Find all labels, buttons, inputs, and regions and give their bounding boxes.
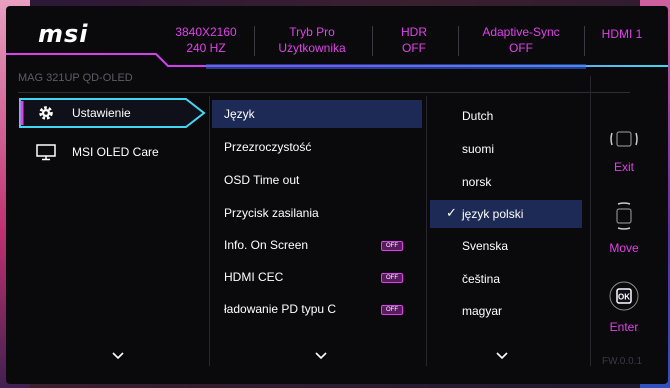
hdr-status: HDR OFF	[382, 24, 446, 56]
resolution-value: 3840X2160	[175, 25, 237, 39]
joystick-up-down-icon	[616, 202, 632, 230]
header-divider	[254, 26, 255, 56]
submenu-item-label: Info. On Screen	[224, 238, 309, 252]
off-badge: OFF	[381, 273, 403, 283]
submenu-item-osd-time-out[interactable]: OSD Time out	[212, 166, 422, 194]
language-option-suomi[interactable]: suomi	[430, 135, 582, 163]
language-label: Dutch	[462, 109, 494, 123]
joystick-left-right-icon	[610, 131, 638, 147]
msi-logo: msi	[38, 20, 89, 48]
submenu-item-info-on-screen[interactable]: Info. On Screen OFF	[212, 231, 422, 259]
language-option-magyar[interactable]: magyar	[430, 297, 582, 325]
submenu-item-label: HDMI CEC	[224, 270, 284, 284]
gear-icon	[39, 106, 53, 120]
enter-label: Enter	[609, 320, 639, 334]
column-divider	[209, 96, 210, 366]
osd-header: msi 3840X2160 240 HZ Tryb Pro Użytkownik…	[6, 6, 668, 69]
adaptive-sync-status: Adaptive-Sync OFF	[468, 24, 574, 56]
language-label: magyar	[462, 304, 503, 318]
exit-label: Exit	[613, 160, 634, 174]
language-label: suomi	[462, 142, 495, 156]
language-option-dutch[interactable]: Dutch	[430, 102, 582, 130]
mode-status: Tryb Pro Użytkownika	[262, 24, 362, 56]
osd-menu: msi 3840X2160 240 HZ Tryb Pro Użytkownik…	[6, 6, 668, 384]
mode-line1: Tryb Pro	[289, 25, 335, 39]
submenu-item-ladowanie-pd[interactable]: ładowanie PD typu C OFF	[212, 295, 422, 323]
off-badge: OFF	[381, 241, 403, 251]
submenu-item-label: Język	[224, 107, 255, 121]
joystick-press-icon: OK	[609, 281, 639, 311]
hdr-value: OFF	[402, 41, 426, 55]
hdr-label: HDR	[401, 25, 427, 39]
main-item-ustawienie[interactable]: Ustawienie	[18, 99, 206, 127]
adaptive-label: Adaptive-Sync	[482, 25, 560, 39]
scroll-down-icon[interactable]	[315, 352, 327, 360]
submenu-item-label: ładowanie PD typu C	[224, 302, 337, 316]
submenu-item-przezroczystosc[interactable]: Przezroczystość	[212, 133, 422, 161]
move-label: Move	[609, 241, 639, 255]
firmware-version: FW.0.0.1	[602, 356, 643, 367]
language-option-norsk[interactable]: norsk	[430, 168, 582, 196]
language-option-svenska[interactable]: Svenska	[430, 232, 582, 260]
refresh-value: 240 HZ	[186, 41, 226, 55]
main-item-label: Ustawienie	[72, 106, 131, 120]
off-badge: OFF	[381, 305, 403, 315]
column-divider	[426, 96, 427, 366]
main-item-msi-oled-care[interactable]: MSI OLED Care	[18, 138, 206, 166]
scroll-down-icon[interactable]	[112, 352, 124, 360]
checkmark-icon: ✓	[446, 205, 457, 220]
adaptive-value: OFF	[509, 41, 533, 55]
submenu-item-label: OSD Time out	[224, 173, 300, 187]
header-divider	[584, 26, 585, 56]
submenu-item-label: Przycisk zasilania	[224, 206, 319, 220]
scroll-down-icon[interactable]	[496, 352, 508, 360]
column-divider	[590, 76, 591, 366]
header-divider	[458, 26, 459, 56]
language-label: čeština	[462, 272, 501, 286]
submenu-item-hdmi-cec[interactable]: HDMI CEC OFF	[212, 263, 422, 291]
ok-text: OK	[618, 293, 630, 302]
language-label: norsk	[462, 175, 492, 189]
mode-line2: Użytkownika	[278, 41, 346, 55]
language-label: Svenska	[462, 239, 509, 253]
input-status: HDMI 1	[590, 26, 654, 42]
submenu-item-jezyk[interactable]: Język	[212, 100, 422, 128]
submenu-item-przycisk-zasilania[interactable]: Przycisk zasilania	[212, 199, 422, 227]
monitor-icon	[36, 144, 56, 161]
header-divider	[372, 26, 373, 56]
main-item-label: MSI OLED Care	[72, 145, 159, 159]
resolution-status: 3840X2160 240 HZ	[166, 24, 246, 56]
language-label: język polski	[462, 207, 524, 221]
language-option-jezyk-polski[interactable]: ✓ język polski	[430, 200, 582, 228]
submenu-item-label: Przezroczystość	[224, 140, 312, 154]
input-value: HDMI 1	[601, 27, 643, 41]
divider	[18, 92, 630, 93]
language-option-cestina[interactable]: čeština	[430, 265, 582, 293]
model-name: MAG 321UP QD-OLED	[18, 72, 133, 84]
photo-background: msi 3840X2160 240 HZ Tryb Pro Użytkownik…	[0, 0, 670, 388]
